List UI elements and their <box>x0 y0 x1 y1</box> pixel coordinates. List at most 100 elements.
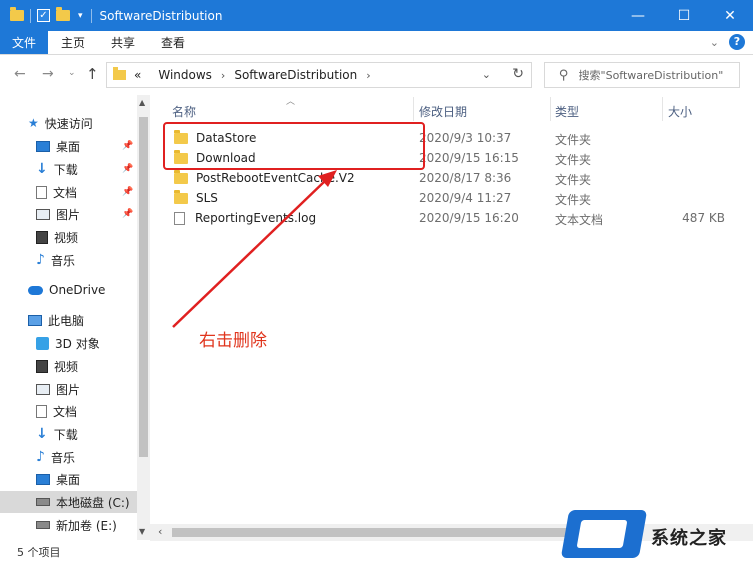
file-row[interactable]: ReportingEvents.log 2020/9/15 16:20 文本文档… <box>166 208 753 228</box>
computer-icon <box>28 314 42 326</box>
nav-label: 本地磁盘 (C:) <box>56 495 130 510</box>
properties-icon[interactable]: ✓ <box>37 9 50 22</box>
chevron-right-icon[interactable]: › <box>221 69 225 82</box>
nav-scroll-thumb[interactable] <box>139 117 148 457</box>
music-note-icon: ♪ <box>36 449 45 465</box>
drive-icon <box>36 498 50 506</box>
navigation-pane: ★ 快速访问 桌面 📌 ↓ 下载 📌 文档 📌 图片 📌 视频 ♪ 音乐 One… <box>0 95 150 540</box>
divider <box>90 8 92 23</box>
horizontal-scroll-thumb[interactable] <box>172 528 572 537</box>
nav-item-drive-e[interactable]: 新加卷 (E:) <box>36 514 117 536</box>
file-name: SLS <box>196 191 218 205</box>
column-divider[interactable] <box>413 97 414 121</box>
address-row: ← → ⌄ ↑ « Windows › SoftwareDistribution… <box>0 55 753 95</box>
nav-item-3d-objects[interactable]: 3D 对象 <box>36 332 100 354</box>
address-bar[interactable]: « Windows › SoftwareDistribution › ⌄ ↻ <box>106 62 532 88</box>
breadcrumb-softwaredistribution[interactable]: SoftwareDistribution <box>234 68 357 82</box>
column-size[interactable]: 大小 <box>668 103 692 120</box>
forward-arrow-icon[interactable]: → <box>42 66 54 82</box>
maximize-button[interactable]: ☐ <box>661 0 707 31</box>
nav-item-downloads[interactable]: ↓ 下载 <box>36 158 78 180</box>
column-divider[interactable] <box>662 97 663 121</box>
column-name[interactable]: 名称 <box>172 103 196 120</box>
chevron-right-icon[interactable]: › <box>366 69 370 82</box>
file-date: 2020/9/4 11:27 <box>419 191 512 205</box>
window-title: SoftwareDistribution <box>99 8 223 23</box>
nav-label: 下载 <box>53 162 78 177</box>
nav-item-music[interactable]: ♪ 音乐 <box>36 249 75 271</box>
pin-icon[interactable]: 📌 <box>122 141 133 151</box>
tab-home[interactable]: 主页 <box>48 31 98 54</box>
nav-item-pc-pictures[interactable]: 图片 <box>36 378 80 400</box>
scroll-up-icon[interactable]: ▲ <box>139 98 145 107</box>
file-row[interactable]: PostRebootEventCache.V2 2020/8/17 8:36 文… <box>166 168 753 188</box>
window-controls: — ☐ ✕ <box>615 0 753 31</box>
document-icon <box>36 185 47 199</box>
scroll-left-icon[interactable]: ‹ <box>158 525 162 538</box>
nav-item-pc-videos[interactable]: 视频 <box>36 355 78 377</box>
column-type[interactable]: 类型 <box>555 103 579 120</box>
cube-icon <box>36 336 49 350</box>
file-type: 文本文档 <box>555 213 604 227</box>
nav-label: 文档 <box>53 404 78 419</box>
nav-item-pc-desktop[interactable]: 桌面 <box>36 468 80 490</box>
file-type: 文件夹 <box>555 153 592 167</box>
recent-locations-chevron-icon[interactable]: ⌄ <box>68 68 76 78</box>
file-row[interactable]: SLS 2020/9/4 11:27 文件夹 <box>166 188 753 208</box>
nav-label: OneDrive <box>49 283 106 297</box>
pin-icon[interactable]: 📌 <box>122 164 133 174</box>
nav-item-pc-downloads[interactable]: ↓ 下载 <box>36 423 78 445</box>
nav-scrollbar[interactable]: ▲ ▼ <box>137 95 150 540</box>
nav-item-videos[interactable]: 视频 <box>36 226 78 248</box>
new-folder-icon[interactable] <box>56 7 70 21</box>
close-button[interactable]: ✕ <box>707 0 753 31</box>
back-arrow-icon[interactable]: ← <box>14 66 26 82</box>
annotation-highlight-box <box>163 122 425 170</box>
pin-icon[interactable]: 📌 <box>122 187 133 197</box>
file-date: 2020/9/3 10:37 <box>419 131 512 145</box>
ribbon-tabs: 文件 主页 共享 查看 ⌄ ? <box>0 31 753 55</box>
refresh-icon[interactable]: ↻ <box>512 66 524 82</box>
search-icon: ⚲ <box>559 67 569 83</box>
nav-label: 图片 <box>56 382 81 397</box>
column-date[interactable]: 修改日期 <box>419 103 467 120</box>
nav-onedrive[interactable]: OneDrive <box>28 279 105 301</box>
nav-this-pc[interactable]: 此电脑 <box>28 309 84 331</box>
expand-ribbon-chevron-icon[interactable]: ⌄ <box>710 36 719 49</box>
nav-item-drive-c[interactable]: 本地磁盘 (C:) <box>0 491 137 513</box>
nav-item-pictures[interactable]: 图片 <box>36 203 80 225</box>
tab-view[interactable]: 查看 <box>148 31 198 54</box>
nav-item-documents[interactable]: 文档 <box>36 181 77 203</box>
file-name: PostRebootEventCache.V2 <box>196 171 355 185</box>
nav-label: 音乐 <box>50 450 75 465</box>
minimize-button[interactable]: — <box>615 0 661 31</box>
search-box[interactable]: ⚲ <box>544 62 740 88</box>
nav-label: 文档 <box>53 185 78 200</box>
column-divider[interactable] <box>550 97 551 121</box>
scroll-down-icon[interactable]: ▼ <box>139 527 145 536</box>
folder-icon <box>174 169 188 184</box>
nav-label: 图片 <box>56 207 81 222</box>
file-type: 文件夹 <box>555 133 592 147</box>
video-icon <box>36 230 48 244</box>
nav-label: 3D 对象 <box>55 336 100 351</box>
search-input[interactable] <box>578 68 739 82</box>
nav-quick-access[interactable]: ★ 快速访问 <box>28 112 93 134</box>
nav-label: 下载 <box>53 427 78 442</box>
pin-icon[interactable]: 📌 <box>122 209 133 219</box>
help-icon[interactable]: ? <box>729 34 745 50</box>
up-arrow-icon[interactable]: ↑ <box>86 65 99 83</box>
customize-toolbar-chevron-icon[interactable]: ▾ <box>78 11 83 21</box>
address-history-chevron-icon[interactable]: ⌄ <box>482 68 491 81</box>
file-date: 2020/9/15 16:20 <box>419 211 519 225</box>
nav-item-pc-music[interactable]: ♪ 音乐 <box>36 446 75 468</box>
cloud-icon <box>28 285 43 295</box>
nav-item-desktop[interactable]: 桌面 <box>36 135 80 157</box>
nav-label: 此电脑 <box>48 313 85 328</box>
nav-item-pc-documents[interactable]: 文档 <box>36 400 77 422</box>
nav-label: 新加卷 (E:) <box>56 518 117 533</box>
tab-file[interactable]: 文件 <box>0 31 48 54</box>
breadcrumb-windows[interactable]: Windows <box>158 68 212 82</box>
breadcrumb-overflow[interactable]: « <box>134 68 141 82</box>
tab-share[interactable]: 共享 <box>98 31 148 54</box>
